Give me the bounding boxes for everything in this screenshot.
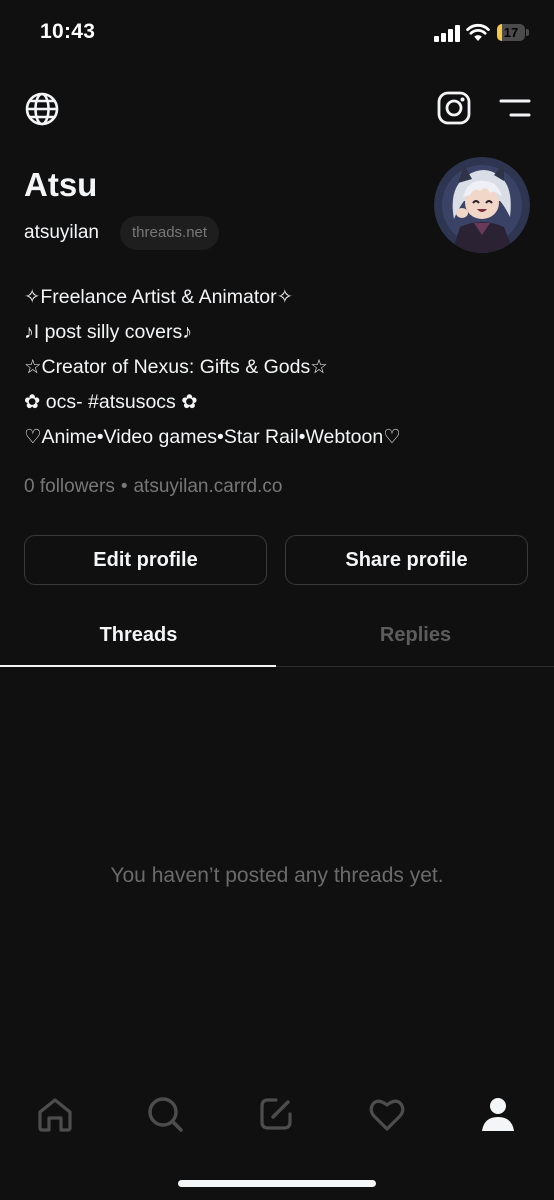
followers-count[interactable]: 0 followers	[24, 476, 115, 497]
globe-icon[interactable]	[24, 91, 60, 127]
bottom-nav	[0, 1080, 554, 1150]
bio-line: ✧Freelance Artist & Animator✧	[24, 286, 293, 308]
bio-line: ♡Anime•Video games•Star Rail•Webtoon♡	[24, 426, 401, 448]
menu-icon[interactable]	[498, 96, 532, 120]
instagram-icon[interactable]	[436, 90, 472, 126]
status-bar: 10:43 17	[0, 0, 554, 66]
heart-icon[interactable]	[365, 1092, 409, 1136]
wifi-icon	[466, 23, 490, 41]
bio-line[interactable]: ✿ ocs- #atsusocs ✿	[24, 385, 534, 420]
signal-icon	[434, 24, 460, 42]
threads-profile-screen: 10:43 17 Atsu atsuyilan threads.net ✧Fre…	[0, 0, 554, 1200]
battery-icon: 17	[497, 24, 529, 41]
home-icon[interactable]	[33, 1092, 77, 1136]
bio-line: ♪I post silly covers♪	[24, 321, 192, 343]
bio: ✧Freelance Artist & Animator✧ ♪I post si…	[24, 280, 534, 455]
profile-meta: 0 followers • atsuyilan.carrd.co	[24, 476, 282, 498]
edit-profile-button[interactable]: Edit profile	[24, 535, 267, 585]
active-tab-indicator	[0, 665, 276, 667]
meta-separator: •	[120, 476, 128, 497]
profile-icon[interactable]	[476, 1092, 520, 1136]
profile-tabs: Threads Replies	[0, 604, 554, 667]
status-time: 10:43	[40, 20, 96, 43]
username: atsuyilan	[24, 222, 99, 243]
profile-link[interactable]: atsuyilan.carrd.co	[133, 476, 282, 497]
search-icon[interactable]	[143, 1092, 187, 1136]
avatar[interactable]	[434, 157, 530, 253]
tab-threads[interactable]: Threads	[0, 604, 277, 666]
battery-percent: 17	[503, 25, 519, 40]
domain-badge[interactable]: threads.net	[120, 216, 220, 250]
tab-replies[interactable]: Replies	[277, 604, 554, 666]
compose-icon[interactable]	[254, 1092, 298, 1136]
empty-state-message: You haven’t posted any threads yet.	[110, 864, 444, 887]
share-profile-button[interactable]: Share profile	[285, 535, 528, 585]
bio-line: ☆Creator of Nexus: Gifts & Gods☆	[24, 356, 328, 378]
display-name: Atsu	[24, 166, 98, 203]
home-indicator[interactable]	[178, 1180, 376, 1187]
